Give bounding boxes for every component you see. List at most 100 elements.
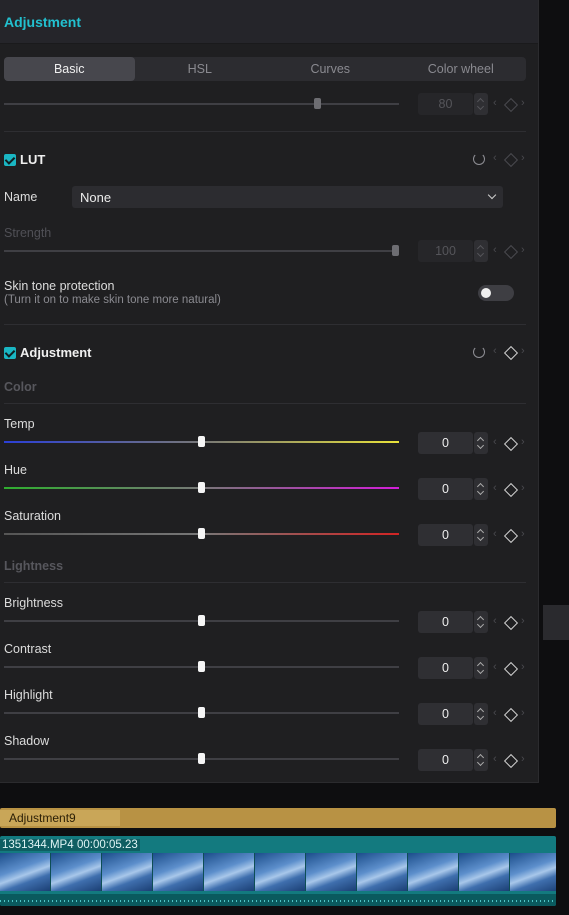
hue-stepper[interactable]: [474, 478, 488, 500]
shadow-slider-thumb[interactable]: [198, 753, 205, 764]
next-keyframe-icon: ›: [521, 753, 525, 765]
divider: [4, 131, 526, 132]
lut-strength-thumb[interactable]: [392, 245, 399, 256]
adjustment-title: Adjustment: [20, 345, 92, 360]
video-thumbnail: [0, 853, 51, 891]
color-group-label: Color: [4, 380, 37, 394]
lut-strength-stepper[interactable]: [474, 240, 488, 262]
keyframe-icon: [503, 244, 519, 260]
prev-keyframe-icon: ‹: [493, 436, 497, 448]
top-slider-thumb[interactable]: [314, 98, 321, 109]
next-keyframe-icon: ›: [521, 152, 525, 164]
adjustment-section-header: Adjustment: [4, 345, 92, 360]
temp-stepper[interactable]: [474, 432, 488, 454]
next-keyframe-icon[interactable]: ›: [521, 97, 525, 109]
divider: [4, 403, 526, 404]
keyframe-icon: [503, 152, 519, 168]
top-slider-stepper[interactable]: [474, 93, 488, 115]
lut-title: LUT: [20, 152, 46, 167]
tab-color-wheel[interactable]: Color wheel: [396, 57, 527, 81]
keyframe-icon[interactable]: [503, 97, 519, 113]
contrast-stepper[interactable]: [474, 657, 488, 679]
top-slider-track[interactable]: [4, 103, 399, 105]
shadow-value[interactable]: 0: [418, 749, 473, 771]
hue-slider-thumb[interactable]: [198, 482, 205, 493]
divider: [4, 324, 526, 325]
divider: [4, 582, 526, 583]
highlight-value[interactable]: 0: [418, 703, 473, 725]
video-thumbnail: [306, 853, 357, 891]
adjustment-clip[interactable]: Adjustment9: [0, 808, 556, 828]
next-keyframe-icon: ›: [521, 244, 525, 256]
tab-hsl[interactable]: HSL: [135, 57, 266, 81]
shadow-label: Shadow: [4, 734, 50, 748]
prev-keyframe-icon[interactable]: ‹: [493, 97, 497, 109]
lut-strength-value[interactable]: 100: [418, 240, 473, 262]
keyframe-icon[interactable]: [503, 528, 519, 544]
temp-label: Temp: [4, 417, 35, 431]
tab-basic[interactable]: Basic: [4, 57, 135, 81]
prev-keyframe-icon: ‹: [493, 244, 497, 256]
chevron-down-icon: [487, 190, 497, 200]
temp-value[interactable]: 0: [418, 432, 473, 454]
adjustment-checkbox[interactable]: [4, 346, 16, 359]
lightness-group-label: Lightness: [4, 559, 64, 573]
adjustment-clip-name: Adjustment9: [9, 811, 76, 825]
top-slider-value[interactable]: 80: [418, 93, 473, 115]
video-clip-name: 1351344.MP4: [0, 839, 76, 851]
keyframe-icon[interactable]: [503, 753, 519, 769]
prev-keyframe-icon: ‹: [493, 528, 497, 540]
brightness-value[interactable]: 0: [418, 611, 473, 633]
prev-keyframe-icon: ‹: [493, 753, 497, 765]
saturation-value[interactable]: 0: [418, 524, 473, 546]
lut-checkbox[interactable]: [4, 153, 16, 166]
prev-keyframe-icon: ‹: [493, 482, 497, 494]
keyframe-icon[interactable]: [503, 707, 519, 723]
brightness-label: Brightness: [4, 596, 64, 610]
shadow-stepper[interactable]: [474, 749, 488, 771]
prev-keyframe-icon: ‹: [493, 615, 497, 627]
brightness-stepper[interactable]: [474, 611, 488, 633]
lut-name-select[interactable]: None: [72, 186, 503, 208]
lut-strength-track[interactable]: [4, 250, 399, 252]
contrast-value[interactable]: 0: [418, 657, 473, 679]
brightness-slider-thumb[interactable]: [198, 615, 205, 626]
video-thumbnails: [0, 853, 556, 891]
hue-value[interactable]: 0: [418, 478, 473, 500]
saturation-slider-thumb[interactable]: [198, 528, 205, 539]
skin-tone-toggle[interactable]: [478, 285, 514, 301]
contrast-label: Contrast: [4, 642, 52, 656]
prev-keyframe-icon: ‹: [493, 661, 497, 673]
video-clip-duration: 00:00:05.23: [75, 839, 140, 851]
next-keyframe-icon: ›: [521, 345, 525, 357]
video-thumbnail: [102, 853, 153, 891]
keyframe-icon[interactable]: [503, 615, 519, 631]
next-keyframe-icon: ›: [521, 661, 525, 673]
highlight-slider-thumb[interactable]: [198, 707, 205, 718]
contrast-slider-thumb[interactable]: [198, 661, 205, 672]
temp-slider-thumb[interactable]: [198, 436, 205, 447]
reset-icon[interactable]: [473, 153, 485, 165]
keyframe-icon[interactable]: [503, 661, 519, 677]
lut-section-header: LUT: [4, 152, 45, 167]
video-thumbnail: [459, 853, 510, 891]
tab-curves[interactable]: Curves: [265, 57, 396, 81]
next-keyframe-icon: ›: [521, 707, 525, 719]
highlight-label: Highlight: [4, 688, 53, 702]
hue-label: Hue: [4, 463, 27, 477]
next-keyframe-icon: ›: [521, 482, 525, 494]
video-thumbnail: [408, 853, 459, 891]
panel-title: Adjustment: [4, 14, 81, 30]
video-thumbnail: [204, 853, 255, 891]
video-clip[interactable]: 1351344.MP4 00:00:05.23: [0, 836, 556, 906]
side-panel-fragment: [543, 605, 569, 640]
lut-name-label: Name: [4, 190, 38, 204]
keyframe-icon[interactable]: [503, 345, 519, 361]
keyframe-icon[interactable]: [503, 482, 519, 498]
video-thumbnail: [153, 853, 204, 891]
keyframe-icon[interactable]: [503, 436, 519, 452]
saturation-stepper[interactable]: [474, 524, 488, 546]
reset-icon[interactable]: [473, 346, 485, 358]
highlight-stepper[interactable]: [474, 703, 488, 725]
panel-header: Adjustment: [0, 0, 538, 44]
